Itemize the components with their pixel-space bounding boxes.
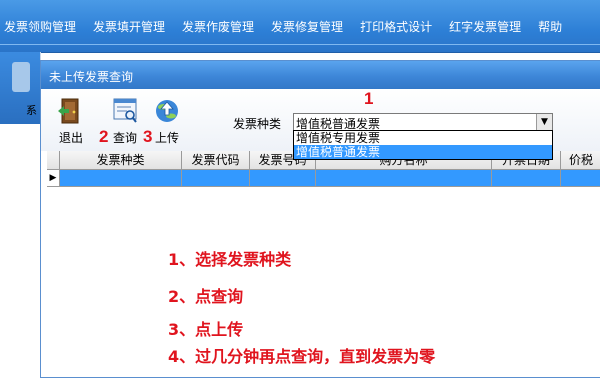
instruction-step-4: 4、过几分钟再点查询，直到发票为零 xyxy=(168,347,436,366)
query-window: 未上传发票查询 退出 查询 上传 1 2 3 发票种类 增值税普通发票 ▼ 增值… xyxy=(40,60,600,378)
option-ordinary-vat-invoice[interactable]: 增值税普通发票 xyxy=(294,145,552,159)
sidebar-label: 系 xyxy=(26,104,37,117)
window-title: 未上传发票查询 xyxy=(49,70,134,84)
instruction-step-2: 2、点查询 xyxy=(168,287,244,306)
chevron-down-icon[interactable]: ▼ xyxy=(536,114,552,130)
menu-separator xyxy=(0,44,600,45)
menu-invoice-void[interactable]: 发票作废管理 xyxy=(182,18,254,35)
grid-corner xyxy=(47,151,60,169)
col-invoice-code[interactable]: 发票代码 xyxy=(182,151,250,169)
step-marker-2: 2 xyxy=(99,127,109,146)
row-divider xyxy=(181,170,182,186)
row-divider xyxy=(491,170,492,186)
row-divider xyxy=(315,170,316,186)
row-indicator-icon: ▶ xyxy=(47,170,60,186)
menu-red-invoice[interactable]: 红字发票管理 xyxy=(449,18,521,35)
query-icon xyxy=(110,97,140,125)
system-icon[interactable] xyxy=(12,62,30,92)
menu-help[interactable]: 帮助 xyxy=(538,18,562,35)
door-icon xyxy=(56,97,86,125)
menu-invoice-purchase[interactable]: 发票领购管理 xyxy=(4,18,76,35)
query-button[interactable]: 查询 xyxy=(105,97,145,145)
window-titlebar: 未上传发票查询 xyxy=(41,61,600,89)
instruction-step-3: 3、点上传 xyxy=(168,320,244,339)
menu-items: 发票领购管理 发票填开管理 发票作废管理 发票修复管理 打印格式设计 红字发票管… xyxy=(4,18,579,35)
menu-invoice-repair[interactable]: 发票修复管理 xyxy=(271,18,343,35)
menu-invoice-issue[interactable]: 发票填开管理 xyxy=(93,18,165,35)
step-marker-1: 1 xyxy=(364,89,374,108)
invoice-type-select[interactable]: 增值税普通发票 ▼ xyxy=(293,113,553,131)
menu-print-format[interactable]: 打印格式设计 xyxy=(360,18,432,35)
exit-label: 退出 xyxy=(58,131,83,145)
exit-button[interactable]: 退出 xyxy=(51,97,91,145)
row-divider xyxy=(560,170,561,186)
option-special-vat-invoice[interactable]: 增值税专用发票 xyxy=(294,131,552,145)
instruction-step-1: 1、选择发票种类 xyxy=(168,250,292,269)
background-sidebar: 系 xyxy=(0,52,41,376)
menu-bar: 发票领购管理 发票填开管理 发票作废管理 发票修复管理 打印格式设计 红字发票管… xyxy=(0,0,600,53)
row-divider xyxy=(249,170,250,186)
table-row[interactable] xyxy=(47,170,600,187)
upload-label: 上传 xyxy=(154,131,179,145)
invoice-type-label: 发票种类 xyxy=(233,117,282,131)
upload-button[interactable]: 上传 xyxy=(147,97,187,145)
step-marker-3: 3 xyxy=(143,127,153,146)
query-label: 查询 xyxy=(112,131,137,145)
col-invoice-type[interactable]: 发票种类 xyxy=(60,151,182,169)
invoice-type-dropdown: 增值税专用发票 增值税普通发票 xyxy=(293,130,553,160)
col-price-tax[interactable]: 价税 xyxy=(561,151,600,169)
upload-icon xyxy=(152,97,182,125)
